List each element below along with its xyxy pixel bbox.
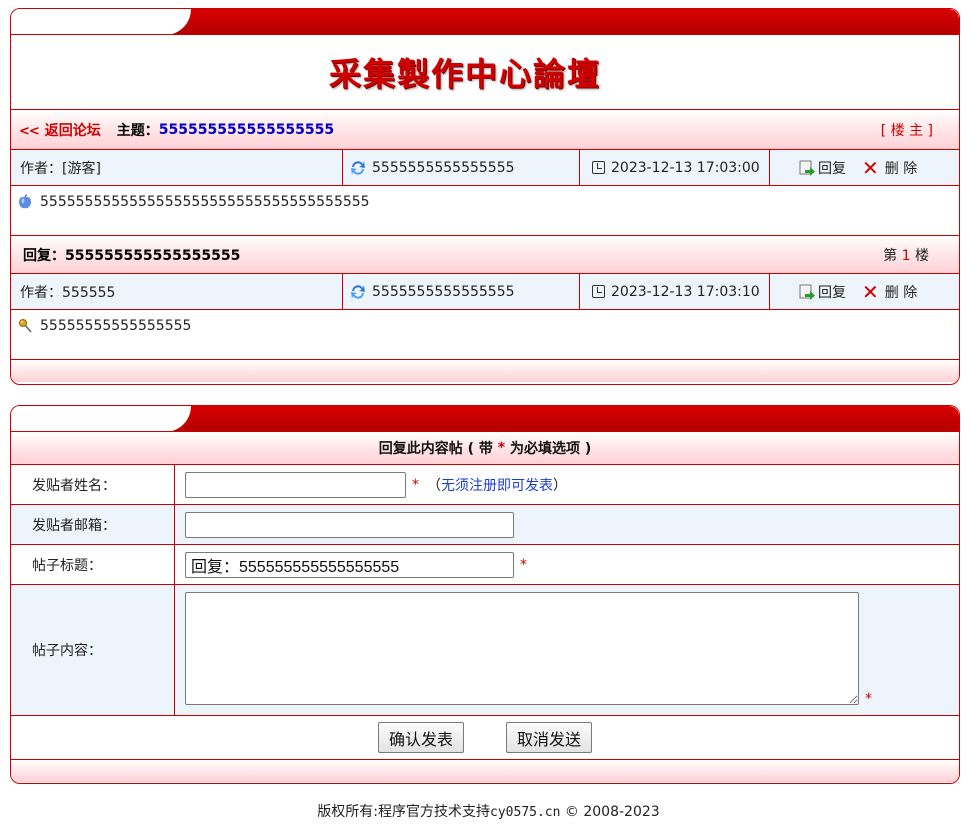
- post-content-row: 5555555555555555555555555555555555555: [11, 186, 959, 236]
- subject-label: 主题：: [116, 122, 159, 139]
- content-row: 帖子内容： *: [11, 585, 959, 716]
- required-mark: *: [865, 691, 872, 707]
- title-label: 帖子标题：: [11, 545, 175, 584]
- footer-copyright: 版权所有:程序官方技术支持cy0575.cn © 2008-2023: [317, 804, 660, 820]
- post-content-row: 55555555555555555: [11, 310, 959, 360]
- reply-subject: 回复：555555555555555555: [23, 247, 241, 264]
- panel-top-bar: [11, 406, 959, 432]
- submit-button[interactable]: 确认发表: [377, 722, 464, 753]
- post-time: 2023-12-13 17:03:10: [611, 283, 760, 300]
- panel-top-bar: [11, 9, 959, 35]
- delete-button[interactable]: ✕ 删 除: [862, 158, 917, 178]
- floor-number: 第 1 楼: [883, 247, 929, 264]
- post-time-cell: 2023-12-13 17:03:10: [580, 274, 770, 309]
- panel-bottom-bar: [11, 760, 959, 782]
- post-info-row: 作者：[游客] 5555555555555555 2023-12-13 17:0…: [11, 150, 959, 186]
- post-user-cell: 5555555555555555: [343, 150, 580, 185]
- email-label: 发贴者邮箱：: [11, 505, 175, 544]
- post-content: 55555555555555555: [40, 318, 192, 334]
- required-mark: *: [520, 556, 527, 573]
- reply-icon: [799, 160, 815, 176]
- post-content: 5555555555555555555555555555555555555: [40, 194, 370, 210]
- name-label: 发贴者姓名：: [11, 465, 175, 504]
- user-sync-icon: [351, 160, 365, 175]
- pushpin-icon: [19, 319, 32, 333]
- reply-button[interactable]: 回复: [798, 282, 846, 302]
- post-user: 5555555555555555: [372, 159, 515, 176]
- required-mark: *: [412, 476, 419, 493]
- double-left-arrow-icon: <<: [19, 123, 40, 139]
- reply-header: 回复：555555555555555555 第 1 楼: [11, 236, 959, 274]
- post-info-row: 作者：555555 5555555555555555 2023-12-13 17…: [11, 274, 959, 310]
- reply-form-panel: 回复此内容帖 ( 带 * 为必填选项 ) 发贴者姓名： * （无须注册即可发表）…: [10, 405, 960, 784]
- name-row: 发贴者姓名： * （无须注册即可发表）: [11, 465, 959, 505]
- post-ops-cell: 回复 ✕ 删 除: [770, 150, 959, 185]
- panel-bottom-bar: [11, 360, 959, 382]
- content-label: 帖子内容：: [11, 585, 175, 715]
- thread-panel: 采集製作中心論壇 << 返回论坛 主题： 555555555555555555 […: [10, 8, 960, 385]
- topic-nav-bar: << 返回论坛 主题： 555555555555555555 [ 楼 主 ]: [11, 110, 959, 150]
- reply-button[interactable]: 回复: [798, 158, 846, 178]
- post-user-cell: 5555555555555555: [343, 274, 580, 309]
- apple-icon: [19, 194, 31, 209]
- post-time: 2023-12-13 17:03:00: [611, 159, 760, 176]
- delete-button[interactable]: ✕ 删 除: [862, 282, 917, 302]
- user-sync-icon: [351, 284, 365, 299]
- email-input[interactable]: [185, 511, 514, 538]
- back-to-forum-link[interactable]: << 返回论坛: [19, 120, 101, 140]
- post-author: 作者：[游客]: [11, 150, 343, 185]
- cancel-button[interactable]: 取消发送: [506, 722, 593, 753]
- close-icon: ✕: [862, 155, 879, 180]
- email-row: 发贴者邮箱：: [11, 505, 959, 545]
- forum-logo: 采集製作中心論壇: [328, 55, 601, 93]
- form-title: 回复此内容帖 ( 带 * 为必填选项 ): [11, 432, 959, 465]
- close-icon: ✕: [862, 279, 879, 304]
- content-textarea[interactable]: [185, 592, 859, 705]
- post-author: 作者：555555: [11, 274, 343, 309]
- clock-icon: [592, 285, 605, 298]
- title-input[interactable]: [185, 551, 514, 578]
- reply-icon: [799, 284, 815, 300]
- floor-tag: [ 楼 主 ]: [880, 122, 933, 139]
- name-input[interactable]: [185, 471, 406, 498]
- title-row: 帖子标题： *: [11, 545, 959, 585]
- footer-domain: cy0575.cn: [490, 805, 561, 820]
- name-hint: （无须注册即可发表）: [427, 477, 567, 494]
- topic-subject: 555555555555555555: [158, 121, 335, 138]
- button-row: 确认发表 取消发送: [11, 716, 959, 760]
- post-user: 5555555555555555: [372, 283, 515, 300]
- forum-logo-row: 采集製作中心論壇: [11, 35, 959, 110]
- post-time-cell: 2023-12-13 17:03:00: [580, 150, 770, 185]
- post-ops-cell: 回复 ✕ 删 除: [770, 274, 959, 309]
- clock-icon: [592, 161, 605, 174]
